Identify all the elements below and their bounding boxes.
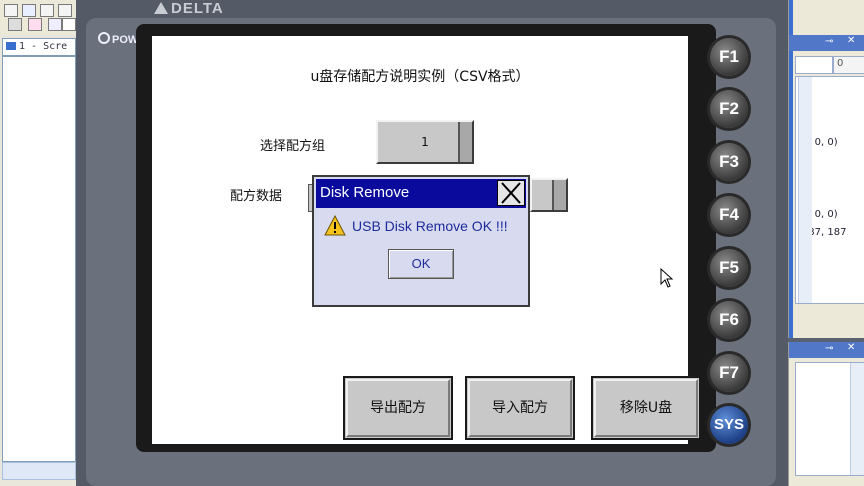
sys-key[interactable]: SYS [710, 406, 748, 444]
delta-logo-icon [154, 2, 168, 14]
power-icon [98, 32, 110, 44]
f4-key[interactable]: F4 [710, 196, 748, 234]
field-cap [552, 180, 566, 210]
toolbar-icon[interactable] [28, 18, 42, 31]
warning-icon [324, 215, 346, 236]
f3-key[interactable]: F3 [710, 143, 748, 181]
toolbar-icon[interactable] [48, 18, 62, 31]
f7-key[interactable]: F7 [710, 354, 748, 392]
recipe-group-field[interactable]: 1 [376, 120, 474, 164]
toolbar-icon[interactable] [22, 4, 36, 17]
close-icon[interactable]: ✕ [847, 35, 855, 46]
close-icon[interactable]: ✕ [847, 342, 855, 353]
brand-logo: DELTA [154, 0, 224, 18]
remove-usb-button[interactable]: 移除U盘 [591, 376, 701, 440]
recipe-group-label: 选择配方组 [260, 139, 326, 154]
screen-list[interactable] [2, 56, 76, 462]
spin-input[interactable] [795, 56, 833, 74]
recipe-data-label: 配方数据 [230, 189, 283, 204]
lower-scrollbar[interactable] [850, 363, 864, 475]
field-cap [458, 122, 472, 162]
toolbar-icon[interactable] [58, 4, 72, 17]
pin-icon[interactable]: ⊸ [825, 343, 833, 354]
property-list[interactable]: 方 (0, 0, 0) (0, 0, 0) (187, 187 d [795, 76, 864, 304]
right-lower-panel: ⊸ ✕ [788, 342, 864, 486]
left-ide-panel: 1 - Scre [0, 0, 77, 486]
left-scrollbar[interactable] [2, 462, 76, 480]
dialog-titlebar: Disk Remove [316, 179, 526, 208]
screen-list-item[interactable]: 1 - Scre [2, 38, 76, 56]
dialog-message: USB Disk Remove OK !!! [352, 218, 508, 234]
recipe-data-field-right[interactable] [530, 178, 568, 212]
panel-titlebar: ⊸ ✕ [789, 35, 864, 51]
page-title: u盘存储配方说明实例（CSV格式） [310, 69, 530, 85]
import-recipe-button[interactable]: 导入配方 [465, 376, 575, 440]
mouse-cursor-icon [660, 268, 674, 288]
toolbar-icon[interactable] [4, 4, 18, 17]
screen-icon [6, 42, 16, 50]
right-scrollbar[interactable] [798, 77, 812, 303]
f2-key[interactable]: F2 [710, 90, 748, 128]
lower-list[interactable] [795, 362, 864, 476]
export-recipe-button[interactable]: 导出配方 [343, 376, 453, 440]
left-toolbar [0, 0, 76, 34]
disk-remove-dialog: Disk Remove USB Disk Remove OK !!! OK [312, 175, 530, 307]
close-icon [501, 182, 521, 204]
right-properties-panel: ⊸ ✕ 0 方 (0, 0, 0) (0, 0, 0) (187, 187 d [788, 0, 864, 338]
f1-key[interactable]: F1 [710, 38, 748, 76]
toolbar-icon[interactable] [8, 18, 22, 31]
f6-key[interactable]: F6 [710, 301, 748, 339]
dialog-title: Disk Remove [320, 184, 410, 201]
panel-titlebar: ⊸ ✕ [789, 342, 864, 358]
spin-input-right[interactable]: 0 [833, 56, 864, 74]
toolbar-icon[interactable] [40, 4, 54, 17]
close-button[interactable] [497, 180, 525, 206]
pin-icon[interactable]: ⊸ [825, 36, 833, 47]
f5-key[interactable]: F5 [710, 249, 748, 287]
toolbar-icon[interactable] [62, 18, 76, 31]
ok-button[interactable]: OK [388, 249, 454, 279]
